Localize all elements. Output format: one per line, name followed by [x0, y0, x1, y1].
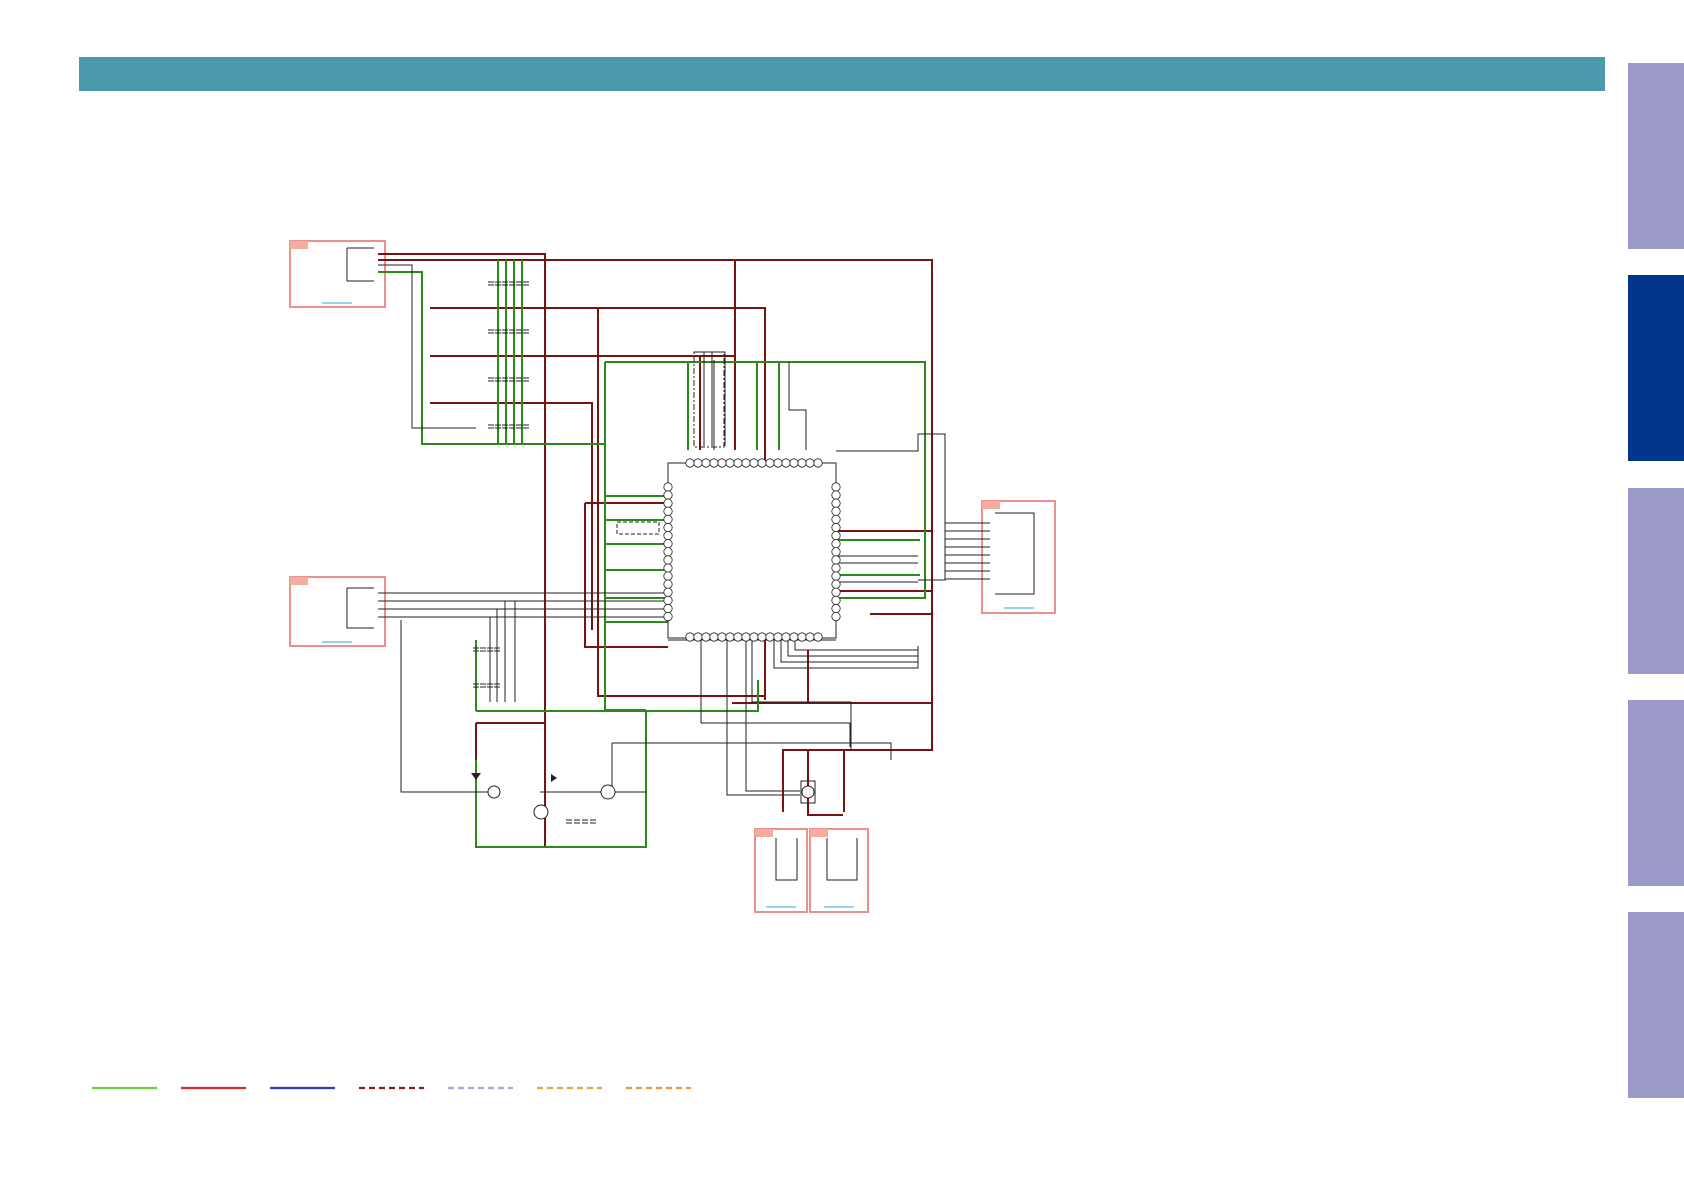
wire-color-legend	[92, 1086, 691, 1090]
